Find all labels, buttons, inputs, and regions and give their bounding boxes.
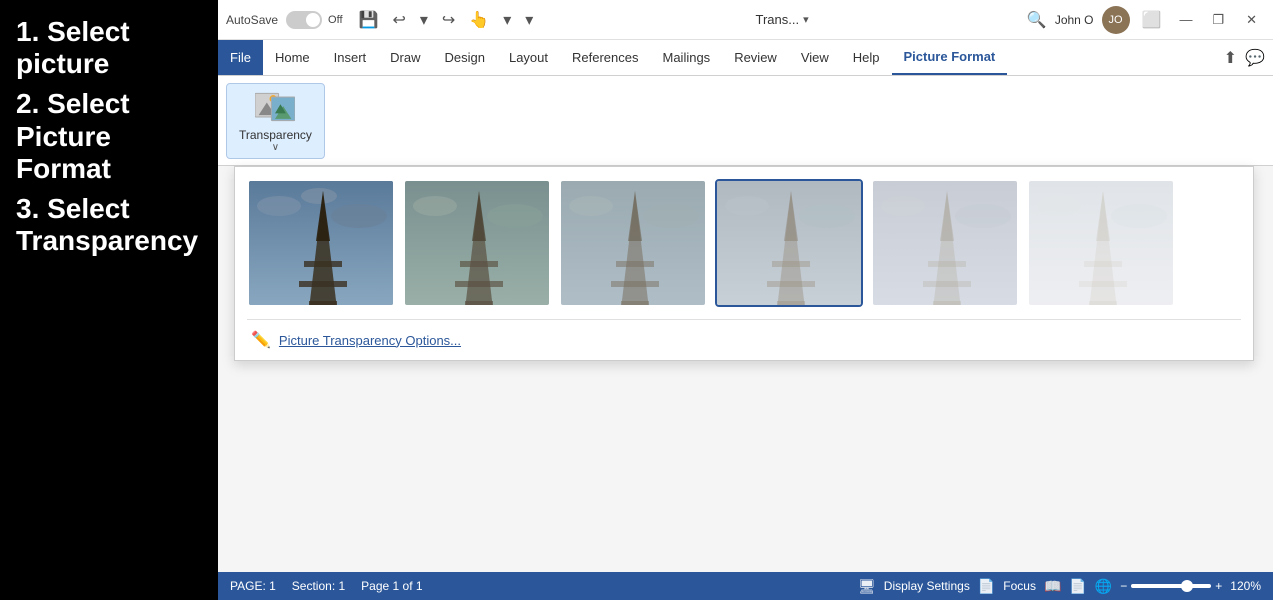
instruction-panel: 1. Select picture 2. Select Picture Form… — [0, 0, 218, 600]
content-area: ✏️ Picture Transparency Options... — [218, 166, 1273, 572]
transparency-dropdown-panel: ✏️ Picture Transparency Options... — [234, 166, 1254, 361]
status-right: 🖥 Display Settings 📄 Focus 📖 📄 🌐 − + 120… — [858, 578, 1261, 595]
eiffel-svg-0 — [249, 181, 395, 307]
zoom-plus[interactable]: + — [1215, 579, 1222, 593]
instruction-3: 3. Select Transparency — [16, 193, 202, 257]
preset-img-5 — [1029, 181, 1173, 305]
qat-icon[interactable]: ▾ — [521, 8, 537, 32]
zoom-level[interactable]: 120% — [1230, 579, 1261, 593]
eiffel-svg-4 — [873, 181, 1019, 307]
preset-img-0 — [249, 181, 393, 305]
undo-dropdown-icon[interactable]: ▾ — [416, 8, 432, 32]
title-bar: AutoSave Off 💾 ↩ ▾ ↪ 👆 ▾ ▾ Trans... ▾ 🔍 … — [218, 0, 1273, 40]
eiffel-svg-2 — [561, 181, 707, 307]
preset-0-percent[interactable] — [247, 179, 395, 307]
preset-img-3 — [717, 181, 861, 305]
instruction-2: 2. Select Picture Format — [16, 88, 202, 185]
menu-bar: File Home Insert Draw Design Layout Refe… — [218, 40, 1273, 76]
menu-spacer — [1007, 40, 1223, 75]
status-page: PAGE: 1 — [230, 579, 276, 593]
title-center: Trans... ▾ — [543, 12, 1021, 27]
transparency-icon-svg — [255, 88, 295, 126]
restore-button[interactable]: ❐ — [1206, 12, 1230, 28]
preset-75-percent[interactable] — [871, 179, 1019, 307]
options-icon: ✏️ — [251, 330, 271, 350]
menu-draw[interactable]: Draw — [378, 40, 432, 75]
doc-title-dropdown[interactable]: ▾ — [803, 13, 809, 26]
preset-img-2 — [561, 181, 705, 305]
minimize-button[interactable]: — — [1173, 12, 1198, 27]
ribbon: Transparency ∨ — [218, 76, 1273, 166]
touch-dropdown-icon[interactable]: ▾ — [499, 8, 515, 32]
focus-label[interactable]: Focus — [1003, 579, 1036, 593]
menu-review[interactable]: Review — [722, 40, 789, 75]
doc-title: Trans... — [756, 12, 800, 27]
menu-picture-format[interactable]: Picture Format — [892, 40, 1008, 75]
status-section: Section: 1 — [292, 579, 345, 593]
transparency-presets — [247, 179, 1241, 319]
autosave-toggle[interactable] — [286, 11, 322, 29]
focus-icon[interactable]: 📄 — [978, 578, 995, 595]
web-layout-icon[interactable]: 🌐 — [1095, 578, 1112, 595]
transparency-label: Transparency — [239, 128, 312, 142]
eiffel-svg-1 — [405, 181, 551, 307]
redo-icon[interactable]: ↪ — [438, 8, 459, 32]
menu-view[interactable]: View — [789, 40, 841, 75]
read-mode-icon[interactable]: 📖 — [1044, 578, 1061, 595]
status-bar: PAGE: 1 Section: 1 Page 1 of 1 🖥 Display… — [218, 572, 1273, 600]
zoom-minus[interactable]: − — [1120, 579, 1127, 593]
menu-design[interactable]: Design — [433, 40, 497, 75]
preset-img-4 — [873, 181, 1017, 305]
preset-60-percent[interactable] — [715, 179, 863, 307]
title-right: 🔍 John O JO ⬜ — ❐ ✕ — [1027, 6, 1265, 34]
menu-references[interactable]: References — [560, 40, 650, 75]
transparency-button[interactable]: Transparency ∨ — [226, 83, 325, 159]
close-button[interactable]: ✕ — [1238, 12, 1265, 28]
display-settings-icon[interactable]: 🖥 — [858, 578, 876, 595]
menu-help[interactable]: Help — [841, 40, 892, 75]
transparency-dropdown-arrow: ∨ — [272, 142, 279, 153]
zoom-slider-container[interactable]: − + — [1120, 579, 1222, 593]
transparency-icon — [255, 88, 295, 126]
zoom-thumb — [1181, 580, 1193, 592]
preset-85-percent[interactable] — [1027, 179, 1175, 307]
preset-img-1 — [405, 181, 549, 305]
touch-icon[interactable]: 👆 — [465, 8, 493, 32]
user-name: John O — [1055, 13, 1094, 27]
autosave-label: AutoSave — [226, 13, 278, 27]
menu-insert[interactable]: Insert — [322, 40, 379, 75]
comment-icon[interactable]: 💬 — [1245, 48, 1265, 68]
status-page-count: Page 1 of 1 — [361, 579, 422, 593]
menu-mailings[interactable]: Mailings — [651, 40, 723, 75]
word-panel: AutoSave Off 💾 ↩ ▾ ↪ 👆 ▾ ▾ Trans... ▾ 🔍 … — [218, 0, 1273, 600]
transparency-options-link[interactable]: Picture Transparency Options... — [279, 333, 461, 348]
eiffel-svg-5 — [1029, 181, 1175, 307]
preset-40-percent[interactable] — [559, 179, 707, 307]
menu-layout[interactable]: Layout — [497, 40, 560, 75]
eiffel-svg-3 — [717, 181, 863, 307]
print-layout-icon[interactable]: 📄 — [1069, 578, 1086, 595]
undo-icon[interactable]: ↩ — [388, 8, 409, 32]
preset-20-percent[interactable] — [403, 179, 551, 307]
menu-file[interactable]: File — [218, 40, 263, 75]
layout-icon[interactable]: ⬜ — [1138, 8, 1166, 32]
ribbon-adjust-group: Transparency ∨ — [226, 83, 325, 159]
menu-home[interactable]: Home — [263, 40, 322, 75]
save-icon[interactable]: 💾 — [355, 8, 383, 32]
share-icon[interactable]: ⬆ — [1224, 48, 1237, 68]
zoom-slider[interactable] — [1131, 584, 1211, 588]
display-settings-label[interactable]: Display Settings — [884, 579, 970, 593]
toggle-state: Off — [328, 14, 342, 26]
avatar: JO — [1102, 6, 1130, 34]
menu-right-icons: ⬆ 💬 — [1224, 40, 1273, 75]
toggle-knob — [306, 13, 320, 27]
search-icon[interactable]: 🔍 — [1027, 10, 1047, 30]
instruction-1: 1. Select picture — [16, 16, 202, 80]
options-link-row[interactable]: ✏️ Picture Transparency Options... — [247, 319, 1241, 360]
